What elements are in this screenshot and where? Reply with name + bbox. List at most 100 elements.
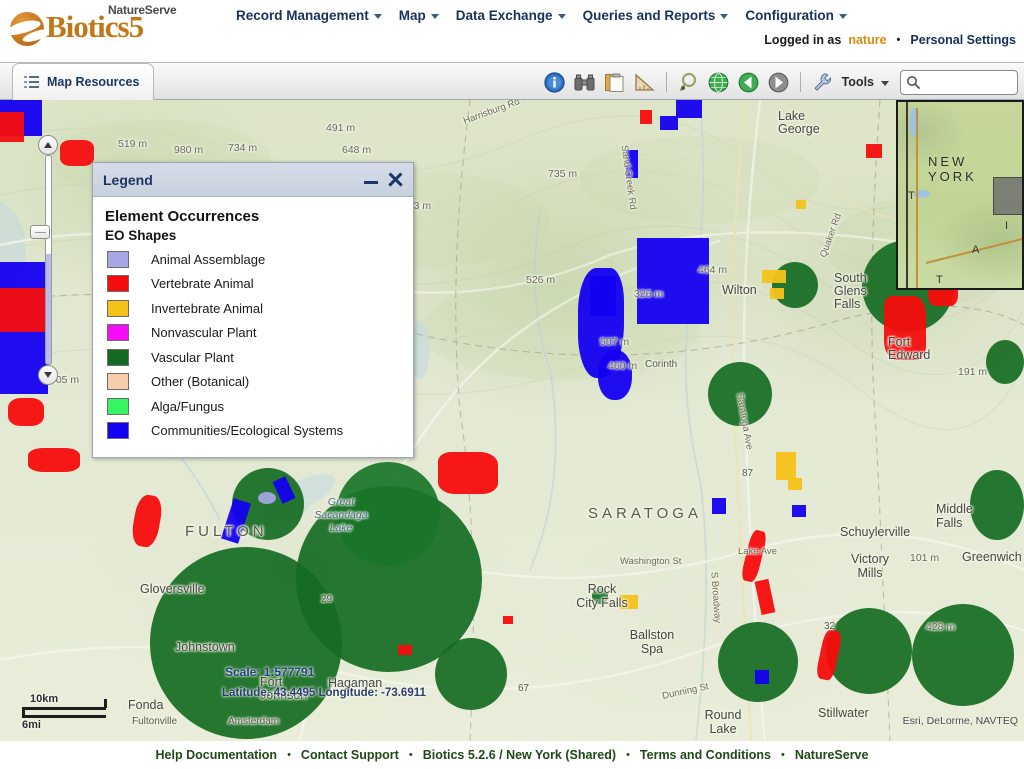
legend-swatch (107, 348, 129, 366)
map-label-county: FULTON (185, 523, 268, 540)
triangle-up-icon (44, 142, 52, 148)
footer-link-natureserve[interactable]: NatureServe (785, 748, 879, 762)
legend-item-label: Communities/Ecological Systems (151, 423, 344, 439)
map-label-elevation: 735 m (548, 168, 578, 180)
legend-item-vertebrate-animal[interactable]: Vertebrate Animal (105, 272, 401, 297)
map-label-city: Johnstown (175, 640, 235, 654)
map-label-city: Round Lake (704, 708, 742, 736)
close-icon[interactable] (388, 172, 403, 187)
legend-item-animal-assemblage[interactable]: Animal Assemblage (105, 247, 401, 272)
zoom-slider-control[interactable] (30, 135, 60, 385)
menu-item-queries-and-reports[interactable]: Queries and Reports (575, 7, 738, 24)
back-arrow-icon[interactable] (737, 71, 760, 94)
globe-swoosh-icon (10, 12, 44, 46)
binoculars-icon[interactable] (573, 71, 596, 94)
chevron-down-icon (720, 13, 729, 19)
list-icon (24, 75, 39, 89)
forward-arrow-icon[interactable] (767, 71, 790, 94)
map-label-route: 87 (742, 468, 754, 479)
map-coordinates-text: Latitude: 43.4495 Longitude: -73.6911 (222, 687, 426, 699)
menu-item-configuration[interactable]: Configuration (737, 7, 855, 24)
map-label-city: Fort Edward (888, 335, 931, 362)
map-label-city: Fultonville (132, 716, 178, 727)
globe-icon[interactable] (707, 71, 730, 94)
map-label-elevation: 464 m (698, 264, 728, 276)
legend-item-nonvascular-plant[interactable]: Nonvascular Plant (105, 321, 401, 346)
footer-link-help-documentation[interactable]: Help Documentation (146, 748, 288, 762)
info-icon[interactable] (543, 71, 566, 94)
footer-link-contact-support[interactable]: Contact Support (291, 748, 409, 762)
clipboard-icon[interactable] (603, 71, 626, 94)
ruler-icon[interactable] (633, 71, 656, 94)
zoom-slider-thumb[interactable] (30, 225, 50, 239)
legend-item-invertebrate-animal[interactable]: Invertebrate Animal (105, 296, 401, 321)
legend-panel[interactable]: Legend Element Occurrences EO Shapes Ani… (92, 162, 414, 458)
legend-subheading: EO Shapes (105, 228, 177, 243)
tools-label[interactable]: Tools (842, 75, 874, 89)
toolbar-buttons: Tools (543, 66, 1018, 98)
top-bar: NatureServe Biotics5 Record Management M… (0, 0, 1024, 62)
personal-settings-link[interactable]: Personal Settings (910, 33, 1016, 47)
map-label-route: 32 (824, 621, 836, 632)
search-box[interactable] (900, 69, 1018, 95)
wrench-icon[interactable] (811, 71, 834, 94)
chevron-down-icon[interactable] (881, 81, 889, 86)
triangle-down-icon (44, 372, 52, 378)
footer-bar: Help Documentation • Contact Support • B… (0, 741, 1024, 769)
chevron-down-icon (373, 13, 382, 19)
toolbar-divider (799, 72, 801, 92)
legend-heading: Element Occurrences (105, 208, 260, 225)
brand-biotics: Biotics5 (46, 10, 144, 44)
zoom-out-button[interactable] (38, 365, 58, 385)
overview-map-inset[interactable]: NEW YORK A I T T (896, 100, 1024, 290)
map-canvas[interactable]: FULTON SARATOGA Gloversville Johnstown F… (0, 100, 1024, 741)
scalebar-line-km (22, 707, 106, 710)
menu-item-map[interactable]: Map (391, 7, 448, 24)
overview-water (910, 108, 919, 136)
legend-item-label: Vascular Plant (151, 349, 234, 365)
legend-item-communities-ecological-systems[interactable]: Communities/Ecological Systems (105, 419, 401, 444)
legend-swatch (107, 422, 129, 440)
zoom-in-button[interactable] (38, 135, 58, 155)
legend-item-alga-fungus[interactable]: Alga/Fungus (105, 394, 401, 419)
search-input[interactable] (920, 74, 1012, 90)
chevron-down-icon (838, 13, 847, 19)
overview-terrain-letter: A (972, 244, 980, 256)
legend-item-label: Alga/Fungus (151, 398, 224, 414)
legend-header: Legend (93, 163, 413, 197)
map-label-city: Victory Mills (851, 552, 889, 580)
map-label-road: Harrisburg Rd (461, 100, 522, 127)
menu-item-record-management[interactable]: Record Management (228, 7, 391, 24)
map-label-elevation: 648 m (342, 144, 372, 156)
map-label-city: Amsterdam (228, 716, 280, 727)
map-scale-text: Scale: 1:577791 (225, 665, 315, 679)
username-label: nature (848, 33, 887, 47)
separator-dot: • (896, 34, 901, 46)
map-label-county: SARATOGA (588, 505, 702, 522)
legend-item-label: Vertebrate Animal (151, 276, 254, 292)
overview-terrain-letter: T (936, 274, 943, 286)
minimize-icon[interactable] (363, 172, 379, 188)
pan-zoom-icon[interactable] (677, 71, 700, 94)
scalebar-label-km: 10km (30, 693, 59, 705)
legend-item-other-botanical[interactable]: Other (Botanical) (105, 370, 401, 395)
menu-item-data-exchange[interactable]: Data Exchange (448, 7, 575, 24)
map-label-city: Corinth (645, 359, 678, 370)
zoom-slider-track[interactable] (45, 155, 52, 365)
app-logo[interactable]: NatureServe Biotics5 (8, 2, 228, 50)
toolbar: Map Resources Tools (0, 62, 1024, 100)
map-label-road: Washington St (620, 556, 682, 567)
tab-map-resources[interactable]: Map Resources (12, 63, 155, 100)
map-label-elevation: 191 m (958, 366, 988, 378)
footer-link-terms-and-conditions[interactable]: Terms and Conditions (630, 748, 781, 762)
legend-item-vascular-plant[interactable]: Vascular Plant (105, 345, 401, 370)
legend-swatch (107, 299, 129, 317)
map-label-elevation: 428 m (926, 621, 956, 633)
map-label-elevation: 101 m (910, 552, 940, 564)
map-label-road: Sand Creek Rd (618, 144, 639, 211)
map-label-city: Wilton (722, 283, 757, 297)
legend-item-label: Other (Botanical) (151, 374, 250, 390)
map-label-elevation: 326 m (634, 288, 664, 300)
overview-extent-indicator[interactable] (993, 177, 1022, 215)
toolbar-divider (665, 72, 667, 92)
